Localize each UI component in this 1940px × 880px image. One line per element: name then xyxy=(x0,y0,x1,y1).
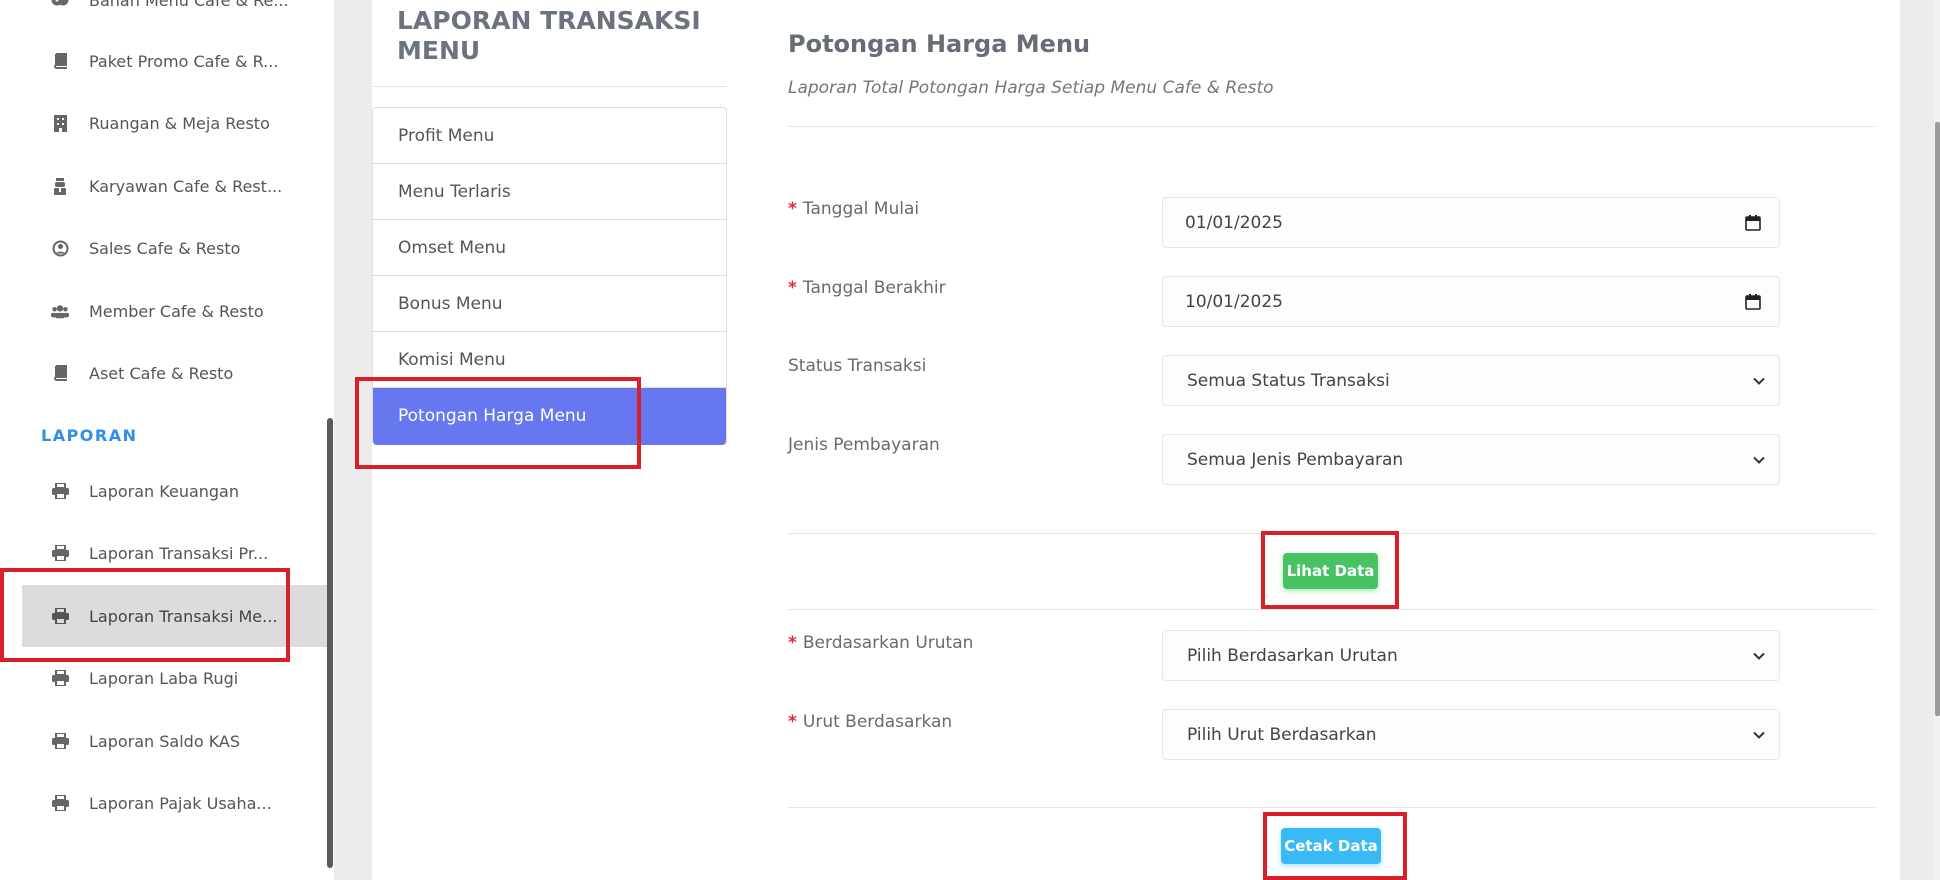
sidebar-scrollbar[interactable] xyxy=(327,418,333,868)
sidebar-item-label: Karyawan Cafe & Rest... xyxy=(89,176,283,196)
print-icon xyxy=(51,794,69,812)
sidebar-item-label: Laporan Pajak Usaha... xyxy=(89,793,272,813)
urut-berdasarkan-value: Pilih Urut Berdasarkan xyxy=(1187,724,1377,745)
jenis-pembayaran-label: Jenis Pembayaran xyxy=(788,435,940,455)
jenis-pembayaran-select[interactable]: Semua Jenis Pembayaran xyxy=(1162,434,1780,485)
menu-item-profit[interactable]: Profit Menu xyxy=(373,108,726,164)
berdasarkan-urutan-value: Pilih Berdasarkan Urutan xyxy=(1187,645,1398,666)
report-menu-title: LAPORAN TRANSAKSI MENU xyxy=(397,6,701,65)
sidebar-item-label: Laporan Keuangan xyxy=(89,481,239,501)
print-icon xyxy=(51,732,69,750)
divider xyxy=(788,807,1875,808)
status-transaksi-select[interactable]: Semua Status Transaksi xyxy=(1162,355,1780,406)
tanggal-mulai-value: 01/01/2025 xyxy=(1185,212,1283,233)
sidebar-item-laporan-transaksi-menu[interactable]: Laporan Transaksi Me... xyxy=(22,585,328,647)
chevron-down-icon xyxy=(1753,356,1765,405)
divider xyxy=(788,126,1875,127)
book-icon xyxy=(51,364,69,382)
status-transaksi-value: Semua Status Transaksi xyxy=(1187,370,1390,391)
sidebar-item-label: Ruangan & Meja Resto xyxy=(89,113,270,133)
sidebar-item-paket-promo[interactable]: Paket Promo Cafe & R... xyxy=(22,30,328,92)
lihat-data-button[interactable]: Lihat Data xyxy=(1283,553,1378,589)
print-icon xyxy=(51,482,69,500)
print-icon xyxy=(51,669,69,687)
sidebar-item-sales[interactable]: Sales Cafe & Resto xyxy=(22,217,328,279)
tanggal-mulai-input[interactable]: 01/01/2025 xyxy=(1162,197,1780,248)
building-icon xyxy=(51,114,69,132)
jenis-pembayaran-value: Semua Jenis Pembayaran xyxy=(1187,449,1404,470)
sidebar-item-label: Aset Cafe & Resto xyxy=(89,363,234,383)
calendar-icon[interactable] xyxy=(1745,277,1761,326)
sidebar-item-karyawan[interactable]: Karyawan Cafe & Rest... xyxy=(22,155,328,217)
required-mark: * xyxy=(788,278,797,298)
user-tie-icon xyxy=(51,177,69,195)
sidebar-item-label: Member Cafe & Resto xyxy=(89,301,264,321)
sidebar-item-ruangan-meja[interactable]: Ruangan & Meja Resto xyxy=(22,92,328,154)
page-subtitle: Laporan Total Potongan Harga Setiap Menu… xyxy=(788,78,1274,98)
tanggal-berakhir-input[interactable]: 10/01/2025 xyxy=(1162,276,1780,327)
print-icon xyxy=(51,544,69,562)
required-mark: * xyxy=(788,199,797,219)
sidebar-item-laporan-keuangan[interactable]: Laporan Keuangan xyxy=(22,460,328,522)
cetak-data-button[interactable]: Cetak Data xyxy=(1281,828,1381,864)
page-title: Potongan Harga Menu xyxy=(788,30,1091,58)
sidebar-item-label: Paket Promo Cafe & R... xyxy=(89,51,279,71)
required-mark: * xyxy=(788,633,797,653)
sidebar-item-label: Sales Cafe & Resto xyxy=(89,238,241,258)
sidebar-item-laporan-laba-rugi[interactable]: Laporan Laba Rugi xyxy=(22,647,328,709)
sidebar-item-label: Laporan Saldo KAS xyxy=(89,731,241,751)
sidebar: Bahan Menu Cafe & Re... Paket Promo Cafe… xyxy=(0,0,334,880)
calendar-icon[interactable] xyxy=(1745,198,1761,247)
status-transaksi-label: Status Transaksi xyxy=(788,356,927,376)
page-scrollbar-thumb[interactable] xyxy=(1935,122,1940,716)
menu-item-komisi[interactable]: Komisi Menu xyxy=(373,332,726,388)
menu-item-omset[interactable]: Omset Menu xyxy=(373,220,726,276)
sidebar-item-member[interactable]: Member Cafe & Resto xyxy=(22,280,328,342)
sidebar-item-label: Bahan Menu Cafe & Re... xyxy=(89,0,289,10)
menu-item-potongan-harga[interactable]: Potongan Harga Menu xyxy=(373,388,726,445)
sidebar-section-laporan: LAPORAN xyxy=(41,426,138,445)
menu-item-terlaris[interactable]: Menu Terlaris xyxy=(373,164,726,220)
sidebar-item-laporan-pajak-usaha[interactable]: Laporan Pajak Usaha... xyxy=(22,772,328,834)
required-mark: * xyxy=(788,712,797,732)
cookie-bite-icon xyxy=(51,0,69,9)
divider xyxy=(788,533,1875,534)
sidebar-item-laporan-saldo-kas[interactable]: Laporan Saldo KAS xyxy=(22,710,328,772)
tanggal-berakhir-label: * Tanggal Berakhir xyxy=(788,278,946,298)
tanggal-mulai-label: * Tanggal Mulai xyxy=(788,199,920,219)
user-circle-icon xyxy=(51,239,69,257)
sidebar-item-label: Laporan Transaksi Pr... xyxy=(89,543,269,563)
chevron-down-icon xyxy=(1753,631,1765,680)
menu-item-bonus[interactable]: Bonus Menu xyxy=(373,276,726,332)
sidebar-item-label: Laporan Laba Rugi xyxy=(89,668,239,688)
tanggal-berakhir-value: 10/01/2025 xyxy=(1185,291,1283,312)
urut-berdasarkan-label: * Urut Berdasarkan xyxy=(788,712,953,732)
sidebar-item-aset[interactable]: Aset Cafe & Resto xyxy=(22,342,328,404)
urut-berdasarkan-select[interactable]: Pilih Urut Berdasarkan xyxy=(1162,709,1780,760)
sidebar-item-label: Laporan Transaksi Me... xyxy=(89,606,278,626)
divider xyxy=(788,609,1875,610)
divider xyxy=(372,86,726,87)
berdasarkan-urutan-label: * Berdasarkan Urutan xyxy=(788,633,974,653)
users-icon xyxy=(51,302,69,320)
sidebar-item-laporan-transaksi-pr[interactable]: Laporan Transaksi Pr... xyxy=(22,522,328,584)
report-menu-list: Profit Menu Menu Terlaris Omset Menu Bon… xyxy=(372,107,727,445)
chevron-down-icon xyxy=(1753,710,1765,759)
sidebar-item-bahan-menu[interactable]: Bahan Menu Cafe & Re... xyxy=(22,0,328,31)
berdasarkan-urutan-select[interactable]: Pilih Berdasarkan Urutan xyxy=(1162,630,1780,681)
print-icon xyxy=(51,607,69,625)
book-icon xyxy=(51,52,69,70)
chevron-down-icon xyxy=(1753,435,1765,484)
